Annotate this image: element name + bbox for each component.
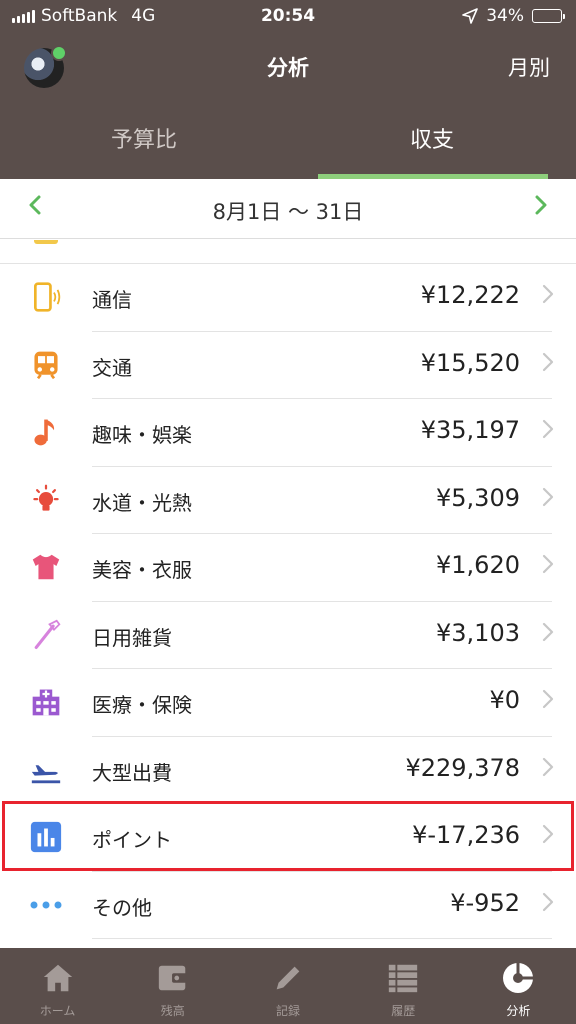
tab-pie-chart[interactable]: 分析 <box>461 948 576 1024</box>
list-item[interactable]: 美容・衣服 ¥1,620 <box>0 534 576 602</box>
chevron-right-icon <box>542 757 554 783</box>
status-bar: SoftBank 4G 20:54 34% <box>0 0 576 34</box>
category-label: その他 <box>92 895 152 920</box>
list-item[interactable]: 水道・光熱 ¥5,309 <box>0 467 576 534</box>
category-amount: ¥-952 <box>450 888 520 917</box>
category-label: 水道・光熱 <box>92 490 192 515</box>
category-list: 通信 ¥12,222 交通 ¥15,520 趣味・娯楽 ¥35,197 水道・光熱 ¥5,30… <box>0 240 576 948</box>
hospital-icon <box>28 684 64 720</box>
chevron-right-icon <box>542 689 554 715</box>
chevron-right-icon <box>542 487 554 513</box>
category-label: 趣味・娯楽 <box>92 423 192 447</box>
period-toggle-button[interactable]: 月別 <box>508 52 550 82</box>
page-title: 分析 <box>267 56 309 80</box>
bar-chart-icon <box>28 819 64 855</box>
tab-label: 残高 <box>160 1004 185 1018</box>
tab-label: 分析 <box>506 1004 531 1018</box>
tab-wallet[interactable]: 残高 <box>115 948 230 1024</box>
battery-percent: 34% <box>486 6 524 26</box>
tab-label: ホーム <box>39 1004 76 1018</box>
category-label: 通信 <box>92 288 132 312</box>
category-label: 美容・衣服 <box>92 558 192 582</box>
wallet-icon <box>155 960 191 996</box>
status-right: 34% <box>462 6 565 26</box>
tab-budget-ratio[interactable]: 予算比 <box>0 116 288 179</box>
date-range-label: 8月1日 〜 31日 <box>212 200 364 224</box>
phone-icon <box>28 279 64 315</box>
chevron-right-icon <box>542 892 554 918</box>
category-amount: ¥1,620 <box>436 551 520 579</box>
location-arrow-icon <box>462 8 479 24</box>
list-item[interactable]: 日用雑貨 ¥3,103 <box>0 602 576 669</box>
category-amount: ¥15,520 <box>420 348 520 377</box>
category-amount: ¥229,378 <box>405 753 520 782</box>
list-item[interactable]: ポイント ¥-17,236 <box>0 804 576 872</box>
tab-income-expense[interactable]: 収支 <box>288 116 576 179</box>
chevron-right-icon <box>542 352 554 378</box>
list-item[interactable]: その他 ¥-952 <box>0 872 576 939</box>
tab-label: 記録 <box>276 1004 301 1018</box>
category-amount: ¥35,197 <box>420 416 520 444</box>
tab-pencil[interactable]: 記録 <box>230 948 345 1024</box>
chevron-right-icon <box>542 824 554 850</box>
train-icon <box>28 347 64 383</box>
list-item[interactable]: 趣味・娯楽 ¥35,197 <box>0 399 576 467</box>
analysis-tabs: 予算比 収支 <box>0 116 576 179</box>
date-range-bar: 8月1日 〜 31日 <box>0 179 576 239</box>
chevron-right-icon <box>542 622 554 648</box>
chevron-right-icon <box>535 195 547 215</box>
row-divider <box>92 938 552 939</box>
list-item[interactable]: 大型出費 ¥229,378 <box>0 737 576 804</box>
chevron-right-icon <box>542 419 554 445</box>
list-icon <box>385 960 421 996</box>
category-amount: ¥5,309 <box>436 483 520 512</box>
battery-icon <box>532 9 565 23</box>
home-icon <box>40 960 76 996</box>
next-month-button[interactable] <box>534 193 548 221</box>
chevron-right-icon <box>542 284 554 310</box>
category-amount: ¥0 <box>489 686 520 714</box>
list-item[interactable]: 通信 ¥12,222 <box>0 264 576 332</box>
category-label: 医療・保険 <box>92 693 192 717</box>
tab-home[interactable]: ホーム <box>0 948 115 1024</box>
airplane-icon <box>28 752 64 788</box>
tab-label: 履歴 <box>391 1004 416 1018</box>
category-label: ポイント <box>92 828 172 852</box>
app-header: 分析 月別 予算比 収支 <box>0 34 576 179</box>
category-amount: ¥-17,236 <box>412 821 520 849</box>
category-amount: ¥12,222 <box>420 281 520 309</box>
category-label: 日用雑貨 <box>92 625 172 650</box>
shirt-icon <box>28 549 64 585</box>
pie-chart-icon <box>500 960 536 996</box>
category-amount: ¥3,103 <box>436 618 520 647</box>
list-item-partial <box>0 240 576 264</box>
lightbulb-icon <box>28 482 64 518</box>
chevron-right-icon <box>542 554 554 580</box>
list-item[interactable]: 医療・保険 ¥0 <box>0 669 576 737</box>
category-label: 大型出費 <box>92 760 172 785</box>
bottom-tab-bar: ホーム 残高 記録 履歴 分析 <box>0 948 576 1024</box>
music-note-icon <box>28 414 64 450</box>
tab-list[interactable]: 履歴 <box>346 948 461 1024</box>
list-item[interactable]: 交通 ¥15,520 <box>0 332 576 399</box>
category-icon-partial <box>34 240 58 244</box>
more-dots-icon <box>28 887 64 923</box>
pencil-icon <box>270 960 306 996</box>
toothbrush-icon <box>28 617 64 653</box>
category-label: 交通 <box>92 355 132 380</box>
